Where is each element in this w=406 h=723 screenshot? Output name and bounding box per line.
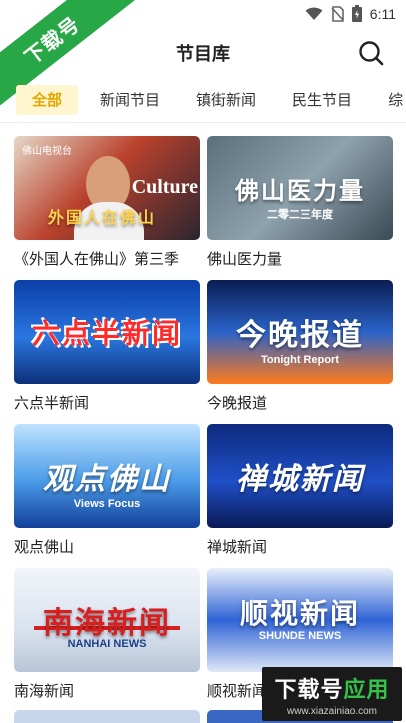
thumb-subtitle: SHUNDE NEWS	[258, 630, 342, 642]
program-thumbnail[interactable]: 南海新闻 NANHAI NEWS	[14, 568, 200, 672]
status-icons: 6:11	[305, 5, 396, 22]
watermark-logo-b: 应用	[343, 677, 390, 703]
program-thumbnail[interactable]: 顺视新闻 SHUNDE NEWS	[207, 568, 393, 672]
program-title: 南海新闻	[14, 682, 75, 700]
tab-all[interactable]: 全部	[16, 85, 79, 115]
thumb-title: 外国人在佛山	[48, 208, 157, 227]
no-sim-icon	[331, 5, 344, 22]
program-card[interactable]: 佛山电视台 外国人在佛山 Culture 《外国人在佛山》第三季	[14, 136, 200, 280]
program-title: 今晚报道	[207, 394, 268, 412]
program-title: 《外国人在佛山》第三季	[14, 250, 180, 268]
thumb-subtitle: NANHAI NEWS	[67, 638, 147, 650]
tabs-divider	[0, 122, 406, 123]
thumb-title: 佛山医力量	[235, 176, 365, 205]
program-thumbnail[interactable]: 观点佛山 Views Focus	[14, 424, 200, 528]
program-thumbnail[interactable]: 六点半新闻	[14, 280, 200, 384]
thumb-subtitle: Tonight Report	[261, 354, 339, 366]
thumb-title: 今晚报道	[236, 318, 364, 353]
program-card[interactable]: 南海新闻 NANHAI NEWS 南海新闻	[14, 568, 200, 712]
thumb-title: 六点半新闻	[31, 317, 182, 350]
watermark-logo-a: 下载号	[274, 677, 344, 703]
wifi-icon	[305, 7, 323, 20]
battery-icon	[351, 5, 362, 22]
program-card[interactable]: 观点佛山 Views Focus 观点佛山	[14, 424, 200, 568]
tab-town-news[interactable]: 镇街新闻	[182, 85, 270, 115]
program-title: 六点半新闻	[14, 394, 90, 412]
program-thumbnail-partial[interactable]	[14, 710, 200, 723]
search-icon[interactable]	[358, 40, 384, 66]
program-thumbnail[interactable]: 佛山医力量 二零二三年度	[207, 136, 393, 240]
program-grid: 佛山电视台 外国人在佛山 Culture 《外国人在佛山》第三季 佛山医力量 二…	[14, 136, 394, 712]
thumb-title: 观点佛山	[43, 462, 171, 497]
thumb-subtitle: 二零二三年度	[267, 209, 333, 221]
program-thumbnail[interactable]: 佛山电视台 外国人在佛山 Culture	[14, 136, 200, 240]
program-card[interactable]: 六点半新闻 六点半新闻	[14, 280, 200, 424]
program-title: 佛山医力量	[207, 250, 283, 268]
thumb-channel-label: 佛山电视台	[22, 146, 72, 157]
category-tabs: 全部 新闻节目 镇街新闻 民生节目 综	[0, 82, 406, 118]
program-card[interactable]: 今晚报道 Tonight Report 今晚报道	[207, 280, 393, 424]
thumb-title: 顺视新闻	[239, 597, 360, 630]
thumb-subtitle: Views Focus	[73, 498, 141, 510]
program-title: 观点佛山	[14, 538, 75, 556]
watermark-logo-text: 下载号应用	[274, 672, 389, 704]
tab-news-programs[interactable]: 新闻节目	[86, 85, 174, 115]
tab-livelihood[interactable]: 民生节目	[278, 85, 366, 115]
program-thumbnail[interactable]: 禅城新闻	[207, 424, 393, 528]
status-time: 6:11	[369, 5, 396, 22]
program-card[interactable]: 禅城新闻 禅城新闻	[207, 424, 393, 568]
site-watermark: 下载号应用 www.xiazainiao.com	[262, 667, 402, 721]
watermark-url: www.xiazainiao.com	[286, 705, 378, 717]
tab-variety[interactable]: 综	[374, 85, 406, 115]
nav-bar: 节目库	[0, 30, 406, 76]
thumb-title: 南海新闻	[43, 606, 171, 641]
page-title: 节目库	[176, 44, 230, 65]
program-card[interactable]: 佛山医力量 二零二三年度 佛山医力量	[207, 136, 393, 280]
thumb-title: 禅城新闻	[236, 462, 364, 497]
thumb-english: Culture	[131, 176, 198, 198]
program-thumbnail[interactable]: 今晚报道 Tonight Report	[207, 280, 393, 384]
program-title: 禅城新闻	[207, 538, 268, 556]
